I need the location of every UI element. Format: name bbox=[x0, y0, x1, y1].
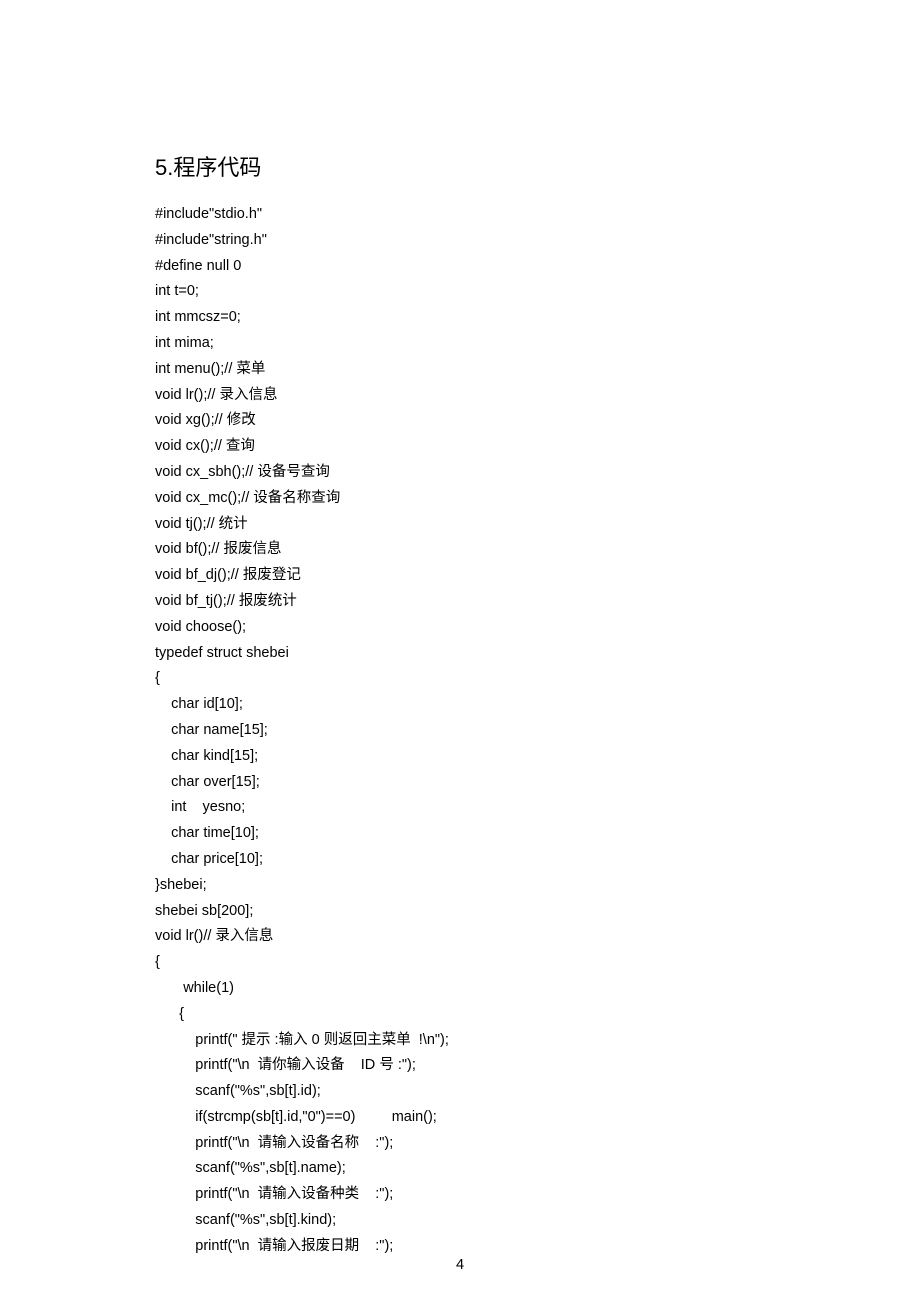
code-line: void cx_sbh();// 设备号查询 bbox=[155, 460, 770, 486]
code-line: scanf("%s",sb[t].name); bbox=[155, 1156, 770, 1182]
code-line: printf("\n 请输入设备名称 :"); bbox=[155, 1131, 770, 1157]
code-line: printf("\n 请输入设备种类 :"); bbox=[155, 1182, 770, 1208]
code-line: int yesno; bbox=[155, 795, 770, 821]
code-line: shebei sb[200]; bbox=[155, 899, 770, 925]
code-line: void bf_dj();// 报废登记 bbox=[155, 563, 770, 589]
code-line: char time[10]; bbox=[155, 821, 770, 847]
code-line: int mmcsz=0; bbox=[155, 305, 770, 331]
code-line: }shebei; bbox=[155, 873, 770, 899]
code-line: void cx();// 查询 bbox=[155, 434, 770, 460]
section-heading: 5.程序代码 bbox=[155, 150, 770, 182]
code-line: printf("\n 请输入报废日期 :"); bbox=[155, 1234, 770, 1260]
code-line: void choose(); bbox=[155, 615, 770, 641]
code-line: scanf("%s",sb[t].id); bbox=[155, 1079, 770, 1105]
code-line: printf(" 提示 :输入 0 则返回主菜单 !\n"); bbox=[155, 1028, 770, 1054]
code-line: int menu();// 菜单 bbox=[155, 357, 770, 383]
code-line: char kind[15]; bbox=[155, 744, 770, 770]
code-line: while(1) bbox=[155, 976, 770, 1002]
code-line: char over[15]; bbox=[155, 770, 770, 796]
heading-number: 5. bbox=[155, 155, 173, 180]
code-line: scanf("%s",sb[t].kind); bbox=[155, 1208, 770, 1234]
code-line: int mima; bbox=[155, 331, 770, 357]
document-page: 5.程序代码 #include"stdio.h"#include"string.… bbox=[0, 0, 920, 1303]
code-line: void lr();// 录入信息 bbox=[155, 383, 770, 409]
code-block: #include"stdio.h"#include"string.h"#defi… bbox=[155, 202, 770, 1260]
heading-text: 程序代码 bbox=[173, 155, 261, 180]
code-line: void lr()// 录入信息 bbox=[155, 924, 770, 950]
code-line: { bbox=[155, 1002, 770, 1028]
code-line: void bf_tj();// 报废统计 bbox=[155, 589, 770, 615]
code-line: printf("\n 请你输入设备 ID 号 :"); bbox=[155, 1053, 770, 1079]
page-number: 4 bbox=[0, 1257, 920, 1273]
code-line: if(strcmp(sb[t].id,"0")==0) main(); bbox=[155, 1105, 770, 1131]
code-line: void xg();// 修改 bbox=[155, 408, 770, 434]
code-line: void tj();// 统计 bbox=[155, 512, 770, 538]
code-line: #include"string.h" bbox=[155, 228, 770, 254]
code-line: typedef struct shebei bbox=[155, 641, 770, 667]
code-line: void bf();// 报废信息 bbox=[155, 537, 770, 563]
code-line: void cx_mc();// 设备名称查询 bbox=[155, 486, 770, 512]
code-line: { bbox=[155, 950, 770, 976]
code-line: char price[10]; bbox=[155, 847, 770, 873]
code-line: { bbox=[155, 666, 770, 692]
code-line: int t=0; bbox=[155, 279, 770, 305]
code-line: char id[10]; bbox=[155, 692, 770, 718]
code-line: char name[15]; bbox=[155, 718, 770, 744]
code-line: #include"stdio.h" bbox=[155, 202, 770, 228]
code-line: #define null 0 bbox=[155, 254, 770, 280]
